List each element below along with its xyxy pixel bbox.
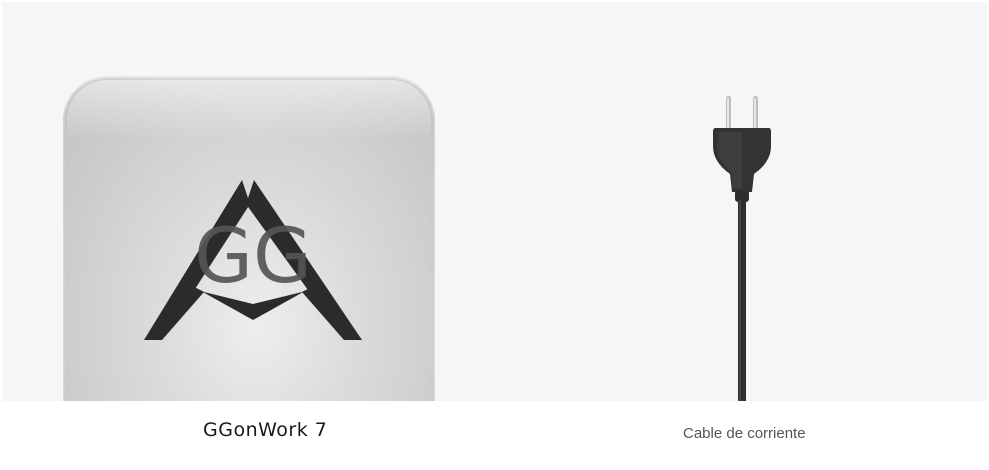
device-name-label: GGonWork 7 [203,419,328,441]
power-plug-icon [713,96,771,401]
logo-letters: GG [194,211,312,300]
product-stage: GG [2,2,987,401]
triangle-gg-logo-icon: GG [144,180,362,340]
cable-name-label: Cable de corriente [683,425,806,442]
